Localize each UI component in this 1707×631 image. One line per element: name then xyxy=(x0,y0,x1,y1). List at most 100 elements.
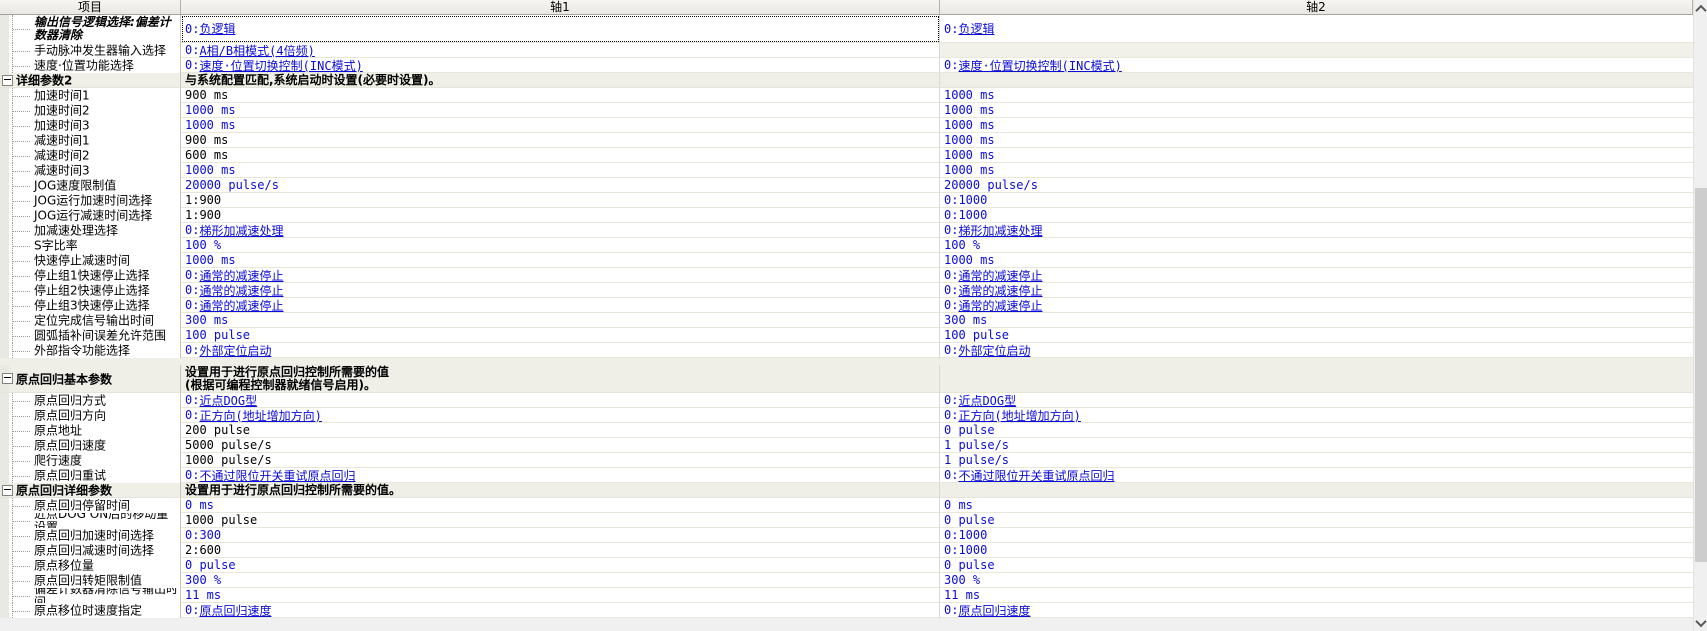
axis2-value-cell[interactable]: 1 pulse/s xyxy=(940,438,1693,453)
axis1-value-cell[interactable]: 0:300 xyxy=(181,528,940,543)
axis1-value-cell[interactable]: 0:原点回归速度 xyxy=(181,603,940,618)
scrollbar-thumb[interactable] xyxy=(1695,188,1707,562)
axis1-value-cell[interactable]: 0:正方向(地址增加方向) xyxy=(181,408,940,423)
axis2-value-cell[interactable]: 100 pulse xyxy=(940,328,1693,343)
param-item-cell[interactable]: 原点地址 xyxy=(0,423,181,438)
axis2-value-cell[interactable]: 0:1000 xyxy=(940,208,1693,223)
param-item-cell[interactable]: 原点回归速度 xyxy=(0,438,181,453)
scroll-down-button[interactable] xyxy=(1694,614,1707,631)
axis2-value-cell[interactable]: 300 ms xyxy=(940,313,1693,328)
axis2-value-cell[interactable]: 0:负逻辑 xyxy=(940,15,1693,43)
axis2-value-cell[interactable]: 0:1000 xyxy=(940,193,1693,208)
param-item-cell[interactable]: 加减速处理选择 xyxy=(0,223,181,238)
axis1-value-cell[interactable]: 1000 ms xyxy=(181,118,940,133)
param-item-cell[interactable]: 减速时间2 xyxy=(0,148,181,163)
param-item-cell[interactable]: JOG速度限制值 xyxy=(0,178,181,193)
axis1-value-cell[interactable]: 900 ms xyxy=(181,133,940,148)
axis1-value-cell[interactable]: 600 ms xyxy=(181,148,940,163)
param-item-cell[interactable]: 停止组1快速停止选择 xyxy=(0,268,181,283)
axis2-value-cell[interactable]: 1000 ms xyxy=(940,148,1693,163)
axis2-value-cell[interactable]: 0:1000 xyxy=(940,528,1693,543)
param-item-cell[interactable]: 减速时间1 xyxy=(0,133,181,148)
param-item-cell[interactable]: 原点移位量 xyxy=(0,558,181,573)
axis2-value-cell[interactable]: 20000 pulse/s xyxy=(940,178,1693,193)
axis2-value-cell[interactable]: 1000 ms xyxy=(940,163,1693,178)
axis1-value-cell[interactable]: 1000 pulse/s xyxy=(181,453,940,468)
axis2-value-cell[interactable]: 0 pulse xyxy=(940,423,1693,438)
param-item-cell[interactable]: 加速时间1 xyxy=(0,88,181,103)
param-item-cell[interactable]: 减速时间3 xyxy=(0,163,181,178)
param-item-cell[interactable]: 圆弧插补间误差允许范围 xyxy=(0,328,181,343)
axis2-value-cell[interactable]: 100 % xyxy=(940,238,1693,253)
axis1-value-cell[interactable]: 11 ms xyxy=(181,588,940,603)
param-item-cell[interactable]: JOG运行减速时间选择 xyxy=(0,208,181,223)
axis1-value-cell[interactable]: 100 pulse xyxy=(181,328,940,343)
param-item-cell[interactable]: 速度·位置功能选择 xyxy=(0,58,181,73)
axis1-value-cell[interactable]: 300 ms xyxy=(181,313,940,328)
axis2-value-cell[interactable]: 0 ms xyxy=(940,498,1693,513)
param-item-cell[interactable]: 停止组3快速停止选择 xyxy=(0,298,181,313)
axis2-value-cell[interactable]: 0 pulse xyxy=(940,513,1693,528)
group-item-cell[interactable]: 原点回归详细参数 xyxy=(0,483,181,498)
axis1-value-cell[interactable]: 5000 pulse/s xyxy=(181,438,940,453)
param-item-cell[interactable]: 定位完成信号输出时间 xyxy=(0,313,181,328)
axis2-value-cell[interactable]: 0:原点回归速度 xyxy=(940,603,1693,618)
axis1-value-cell[interactable]: 20000 pulse/s xyxy=(181,178,940,193)
param-item-cell[interactable]: 原点回归方向 xyxy=(0,408,181,423)
axis1-value-cell[interactable]: 0:通常的减速停止 xyxy=(181,283,940,298)
collapse-icon[interactable] xyxy=(2,75,13,86)
param-item-cell[interactable]: 加速时间3 xyxy=(0,118,181,133)
group-item-cell[interactable]: 原点回归基本参数 xyxy=(0,365,181,393)
axis2-value-cell[interactable]: 0:近点DOG型 xyxy=(940,393,1693,408)
axis1-value-cell[interactable]: 0 pulse xyxy=(181,558,940,573)
param-item-cell[interactable]: 加速时间2 xyxy=(0,103,181,118)
param-item-cell[interactable]: 近点DOG ON后的移动量设置 xyxy=(0,513,181,528)
param-item-cell[interactable]: 原点回归转矩限制值 xyxy=(0,573,181,588)
axis1-value-cell[interactable]: 0:通常的减速停止 xyxy=(181,298,940,313)
axis2-value-cell[interactable]: 0:不通过限位开关重试原点回归 xyxy=(940,468,1693,483)
axis1-value-cell[interactable]: 200 pulse xyxy=(181,423,940,438)
axis1-value-cell[interactable]: 1000 pulse xyxy=(181,513,940,528)
axis1-value-cell[interactable]: 0:A相/B相模式(4倍频) xyxy=(181,43,940,58)
axis2-value-cell[interactable] xyxy=(940,43,1693,58)
group-item-cell[interactable]: 详细参数2 xyxy=(0,73,181,88)
axis2-value-cell[interactable]: 0 pulse xyxy=(940,558,1693,573)
axis2-value-cell[interactable]: 1000 ms xyxy=(940,88,1693,103)
axis1-value-cell[interactable]: 0:不通过限位开关重试原点回归 xyxy=(181,468,940,483)
param-item-cell[interactable]: 停止组2快速停止选择 xyxy=(0,283,181,298)
axis1-value-cell[interactable]: 100 % xyxy=(181,238,940,253)
axis1-value-cell[interactable]: 0:近点DOG型 xyxy=(181,393,940,408)
axis2-value-cell[interactable]: 0:速度·位置切换控制(INC模式) xyxy=(940,58,1693,73)
axis1-value-cell[interactable]: 1000 ms xyxy=(181,103,940,118)
axis1-value-cell[interactable]: 0:负逻辑 xyxy=(181,15,940,43)
vertical-scrollbar[interactable] xyxy=(1693,0,1707,631)
collapse-icon[interactable] xyxy=(2,373,13,384)
axis2-value-cell[interactable]: 1 pulse/s xyxy=(940,453,1693,468)
axis1-value-cell[interactable]: 0:外部定位启动 xyxy=(181,343,940,358)
param-item-cell[interactable]: 爬行速度 xyxy=(0,453,181,468)
axis2-value-cell[interactable]: 0:梯形加减速处理 xyxy=(940,223,1693,238)
axis2-value-cell[interactable]: 0:通常的减速停止 xyxy=(940,298,1693,313)
axis1-value-cell[interactable]: 0:通常的减速停止 xyxy=(181,268,940,283)
axis2-value-cell[interactable]: 1000 ms xyxy=(940,253,1693,268)
axis1-value-cell[interactable]: 1000 ms xyxy=(181,253,940,268)
axis2-value-cell[interactable]: 300 % xyxy=(940,573,1693,588)
axis2-value-cell[interactable]: 0:通常的减速停止 xyxy=(940,283,1693,298)
axis1-value-cell[interactable]: 900 ms xyxy=(181,88,940,103)
axis1-value-cell[interactable]: 1:900 xyxy=(181,208,940,223)
param-item-cell[interactable]: 原点回归方式 xyxy=(0,393,181,408)
param-item-cell[interactable]: 原点回归停留时间 xyxy=(0,498,181,513)
param-item-cell[interactable]: 手动脉冲发生器输入选择 xyxy=(0,43,181,58)
param-item-cell[interactable]: 原点回归重试 xyxy=(0,468,181,483)
axis2-value-cell[interactable]: 1000 ms xyxy=(940,118,1693,133)
axis2-value-cell[interactable]: 0:通常的减速停止 xyxy=(940,268,1693,283)
param-item-cell[interactable]: 原点回归减速时间选择 xyxy=(0,543,181,558)
axis2-value-cell[interactable]: 0:正方向(地址增加方向) xyxy=(940,408,1693,423)
axis1-value-cell[interactable]: 0:梯形加减速处理 xyxy=(181,223,940,238)
axis2-value-cell[interactable]: 1000 ms xyxy=(940,103,1693,118)
axis1-value-cell[interactable]: 1:900 xyxy=(181,193,940,208)
collapse-icon[interactable] xyxy=(2,485,13,496)
param-item-cell[interactable]: 快速停止减速时间 xyxy=(0,253,181,268)
axis1-value-cell[interactable]: 0:速度·位置切换控制(INC模式) xyxy=(181,58,940,73)
param-item-cell[interactable]: JOG运行加速时间选择 xyxy=(0,193,181,208)
